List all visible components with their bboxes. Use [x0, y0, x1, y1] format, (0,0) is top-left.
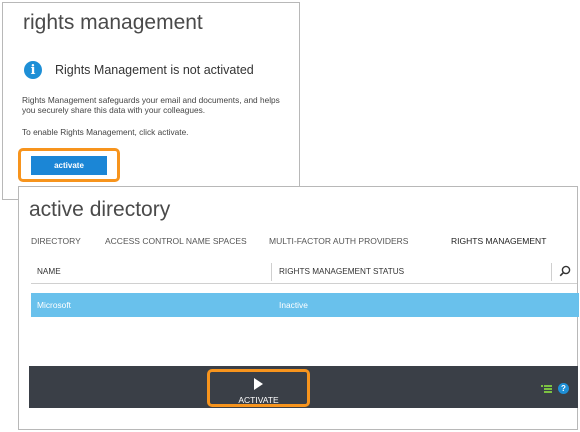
- play-icon: [254, 378, 263, 390]
- rights-management-description: Rights Management safeguards your email …: [22, 95, 280, 115]
- tab-bar: DIRECTORY ACCESS CONTROL NAME SPACES MUL…: [19, 236, 577, 250]
- list-icon[interactable]: [541, 385, 552, 393]
- enable-instructions: To enable Rights Management, click activ…: [22, 127, 189, 137]
- tab-multi-factor-auth-providers[interactable]: MULTI-FACTOR AUTH PROVIDERS: [269, 236, 408, 246]
- tab-directory[interactable]: DIRECTORY: [31, 236, 81, 246]
- rights-management-title: rights management: [23, 11, 203, 34]
- cell-name: Microsoft: [37, 300, 71, 310]
- grid-header: NAME RIGHTS MANAGEMENT STATUS: [31, 261, 577, 284]
- column-header-status[interactable]: RIGHTS MANAGEMENT STATUS: [279, 267, 404, 276]
- activate-command-label: ACTIVATE: [238, 395, 279, 405]
- activate-button-highlight: activate: [18, 148, 120, 182]
- table-row[interactable]: Microsoft Inactive: [31, 293, 579, 317]
- search-icon[interactable]: [559, 265, 571, 277]
- command-bar: ACTIVATE ?: [29, 366, 578, 408]
- cell-status: Inactive: [279, 300, 308, 310]
- column-divider: [271, 263, 272, 281]
- column-header-name[interactable]: NAME: [37, 267, 61, 276]
- activate-command-button[interactable]: ACTIVATE: [207, 369, 310, 407]
- activate-button[interactable]: activate: [31, 156, 107, 175]
- not-activated-message: Rights Management is not activated: [55, 63, 254, 77]
- tab-access-control-name-spaces[interactable]: ACCESS CONTROL NAME SPACES: [105, 236, 247, 246]
- help-icon[interactable]: ?: [558, 383, 569, 394]
- active-directory-title: active directory: [29, 198, 171, 221]
- column-divider: [551, 263, 552, 281]
- active-directory-panel: active directory DIRECTORY ACCESS CONTRO…: [18, 186, 579, 430]
- info-icon: i: [24, 61, 42, 79]
- not-activated-notice: i Rights Management is not activated: [24, 59, 254, 81]
- rights-management-panel: rights management i Rights Management is…: [2, 2, 300, 200]
- tab-rights-management[interactable]: RIGHTS MANAGEMENT: [451, 236, 546, 246]
